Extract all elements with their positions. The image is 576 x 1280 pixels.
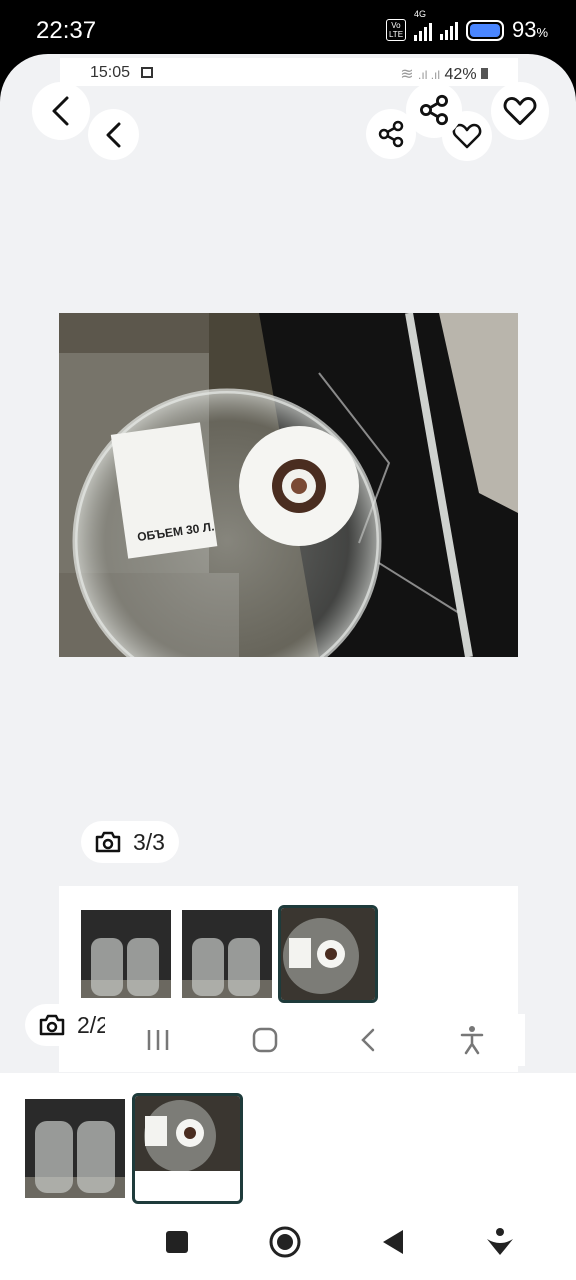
signal-icon <box>439 20 458 40</box>
back-nav-icon[interactable] <box>358 1027 378 1053</box>
inner-status-icons: ≋ .ıl .ıl 42% <box>400 64 488 84</box>
favorite-button[interactable] <box>491 82 549 140</box>
inner-battery-icon <box>481 68 488 79</box>
photo-counter-text: 3/3 <box>133 828 165 855</box>
bottle-photo-image: ОБЪЕМ 30 Л. <box>59 313 518 657</box>
home-icon[interactable] <box>252 1027 278 1053</box>
recent-apps-icon[interactable] <box>145 1028 171 1052</box>
wifi-icon: ≋ <box>400 66 414 83</box>
volte-icon: Vo LTE <box>385 19 406 41</box>
share-icon <box>378 120 404 148</box>
thumbnail-1[interactable] <box>25 1099 125 1198</box>
status-time: 22:37 <box>36 17 97 44</box>
app-screen: 15:05 ≋ .ıl .ıl 42% ОБЪЕМ 30 Л. 3/3 2/2 <box>0 54 576 1280</box>
camera-icon <box>95 831 121 853</box>
back-button[interactable] <box>32 82 90 140</box>
status-icons: Vo LTE 4G 93% <box>385 9 548 43</box>
photo-counter: 3/3 <box>81 821 179 863</box>
inner-status-bar: 15:05 ≋ .ıl .ıl 42% <box>60 58 518 86</box>
status-bar: 22:37 Vo LTE 4G 93% <box>0 0 576 58</box>
back-triangle-icon[interactable] <box>381 1229 405 1255</box>
inner-back-button[interactable] <box>88 109 139 160</box>
chevron-left-icon <box>52 96 69 126</box>
accessibility-icon[interactable] <box>459 1025 485 1055</box>
camera-icon <box>39 1014 65 1036</box>
chevron-left-icon <box>106 122 120 147</box>
inner-thumbnail-2[interactable] <box>182 910 272 998</box>
inner-time-text: 15:05 <box>90 64 131 81</box>
battery-unit: % <box>536 25 548 40</box>
thumbnail-2-selected[interactable] <box>132 1093 243 1204</box>
inner-status-time: 15:05 <box>90 64 153 82</box>
heart-icon <box>503 97 537 125</box>
signal-4g-icon: 4G <box>413 9 432 41</box>
share-icon <box>420 94 448 126</box>
battery-icon <box>465 19 504 41</box>
battery-value: 93 <box>511 17 537 42</box>
inner-nav-bar <box>105 1014 525 1066</box>
inner-battery-text: 42% <box>444 66 477 83</box>
inner-signal-icon: .ıl .ıl <box>418 68 441 82</box>
inner-thumbnail-1[interactable] <box>81 910 171 998</box>
main-photo[interactable]: ОБЪЕМ 30 Л. <box>59 313 518 657</box>
stop-icon[interactable] <box>165 1230 189 1254</box>
image-icon <box>140 67 153 78</box>
nav-bar <box>125 1220 555 1264</box>
inner-thumbnail-3-selected[interactable] <box>278 905 378 1003</box>
battery-percent: 93% <box>512 17 548 43</box>
home-circle-icon[interactable] <box>269 1226 301 1258</box>
share-button[interactable] <box>406 82 462 138</box>
network-type: 4G <box>413 9 426 19</box>
accessibility-icon[interactable] <box>485 1227 515 1257</box>
